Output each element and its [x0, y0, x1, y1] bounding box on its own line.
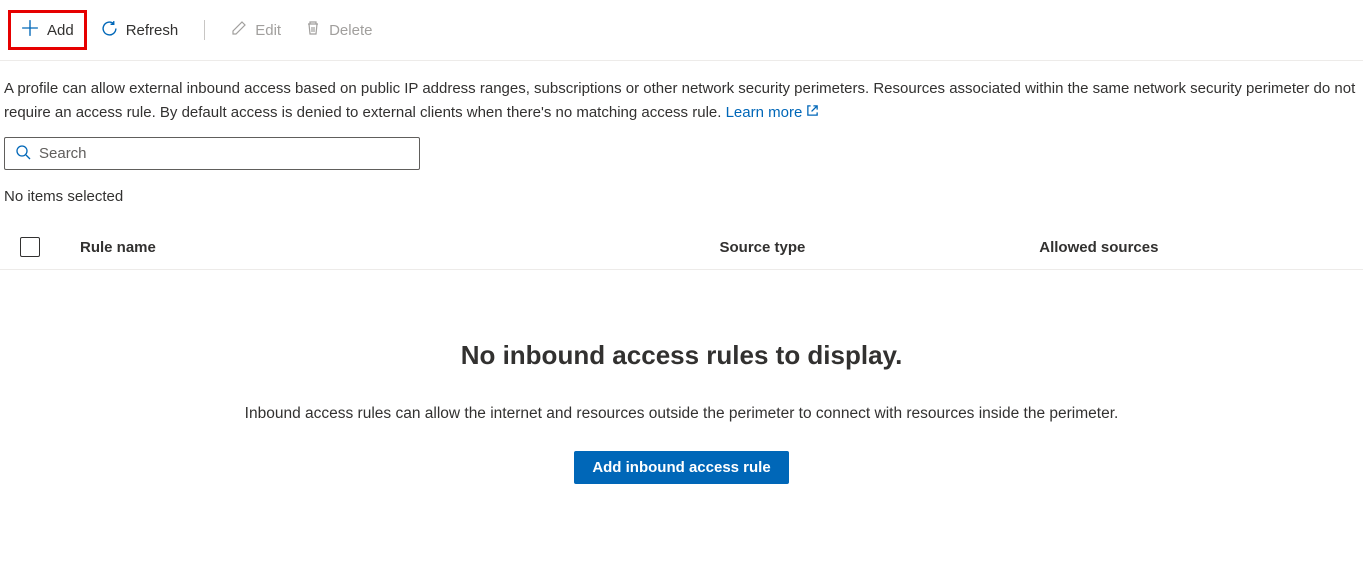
learn-more-link[interactable]: Learn more: [726, 104, 820, 121]
add-button[interactable]: Add: [8, 10, 87, 50]
search-container: [0, 137, 1363, 188]
external-link-icon: [806, 101, 819, 125]
edit-button[interactable]: Edit: [221, 14, 291, 46]
delete-button[interactable]: Delete: [295, 14, 382, 46]
command-toolbar: Add Refresh Edit Delete: [0, 0, 1363, 61]
column-header-sourcetype[interactable]: Source type: [720, 239, 1040, 256]
selection-status: No items selected: [0, 188, 1363, 225]
table-header: Rule name Source type Allowed sources: [0, 225, 1363, 270]
refresh-button[interactable]: Refresh: [91, 14, 189, 47]
search-box[interactable]: [4, 137, 420, 170]
toolbar-separator: [204, 20, 205, 40]
empty-state-title: No inbound access rules to display.: [20, 340, 1343, 371]
edit-button-label: Edit: [255, 22, 281, 39]
select-all-checkbox[interactable]: [20, 237, 40, 257]
refresh-button-label: Refresh: [126, 22, 179, 39]
column-header-allowed[interactable]: Allowed sources: [1039, 239, 1359, 256]
plus-icon: [21, 19, 39, 41]
trash-icon: [305, 20, 321, 40]
add-button-label: Add: [47, 22, 74, 39]
search-input[interactable]: [39, 145, 409, 162]
empty-state-description: Inbound access rules can allow the inter…: [20, 405, 1343, 423]
pencil-icon: [231, 20, 247, 40]
search-icon: [15, 144, 31, 163]
empty-state: No inbound access rules to display. Inbo…: [0, 270, 1363, 504]
refresh-icon: [101, 20, 118, 41]
description-text: A profile can allow external inbound acc…: [0, 61, 1363, 137]
add-inbound-rule-button[interactable]: Add inbound access rule: [574, 451, 788, 484]
description-body: A profile can allow external inbound acc…: [4, 80, 1355, 121]
column-header-rulename[interactable]: Rule name: [80, 239, 720, 256]
select-all-cell: [20, 237, 80, 257]
delete-button-label: Delete: [329, 22, 372, 39]
learn-more-label: Learn more: [726, 104, 803, 121]
